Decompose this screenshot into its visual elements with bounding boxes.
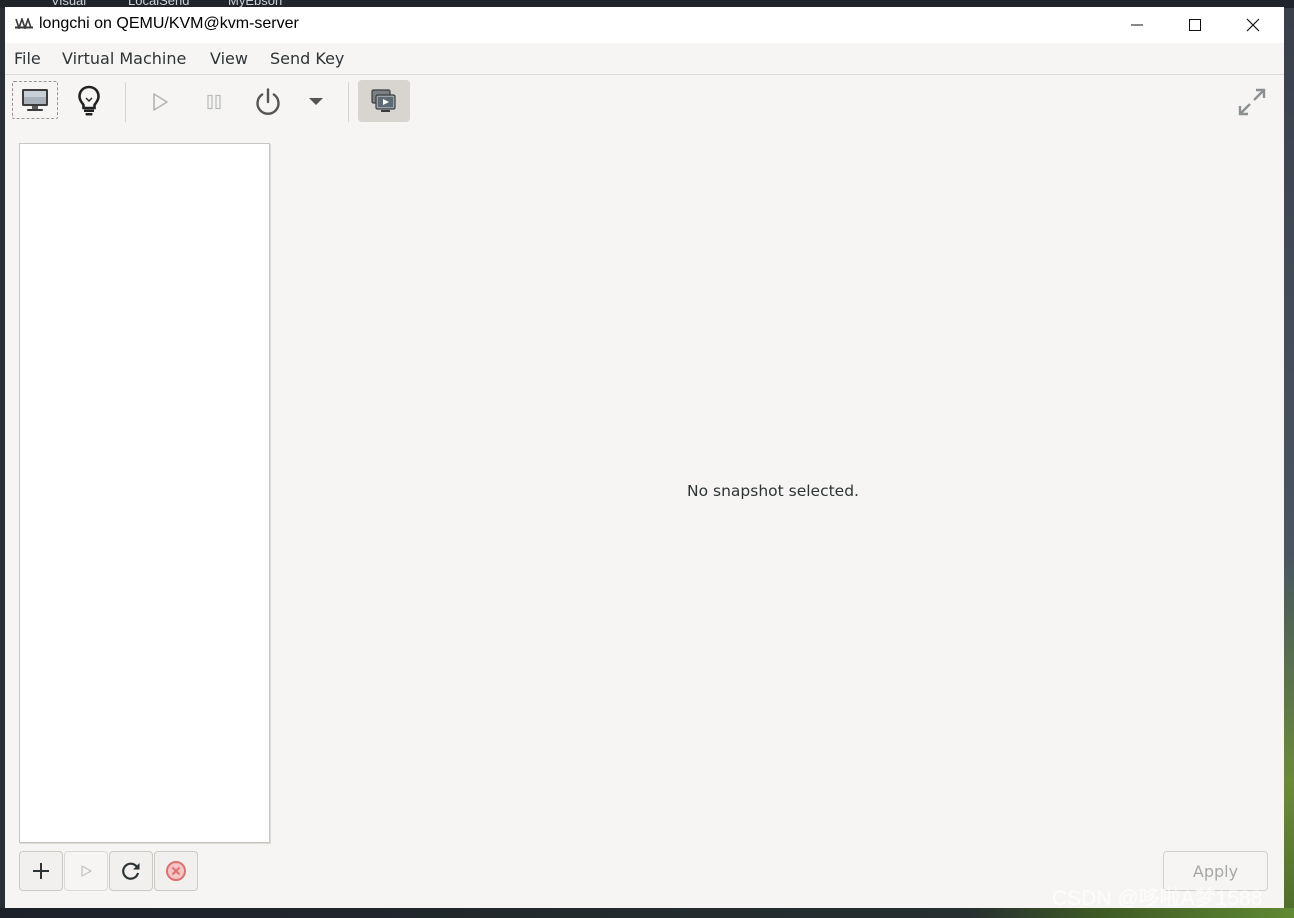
minimize-icon: [1131, 24, 1143, 26]
chevron-down-icon: [309, 98, 323, 105]
pause-button[interactable]: [197, 85, 231, 119]
refresh-icon: [122, 862, 140, 880]
snapshot-list[interactable]: [19, 143, 270, 843]
maximize-button[interactable]: [1166, 7, 1224, 43]
vm-window: longchi on QEMU/KVM@kvm-server File Virt…: [5, 7, 1284, 908]
csdn-watermark: CSDN @哆啦A梦1588: [1052, 887, 1263, 910]
run-button[interactable]: [143, 85, 177, 119]
plus-icon: [33, 863, 49, 879]
play-icon: [153, 93, 168, 111]
toolbar: [5, 75, 1284, 129]
console-button[interactable]: [12, 81, 58, 119]
menu-bar: File Virtual Machine View Send Key: [5, 43, 1284, 75]
close-icon: [1246, 18, 1260, 32]
toolbar-separator: [348, 82, 349, 122]
snapshot-icon: [371, 89, 396, 112]
desktop-right-strip: [1284, 8, 1294, 918]
delete-snapshot-button[interactable]: [154, 851, 198, 891]
menu-file[interactable]: File: [14, 49, 41, 68]
add-snapshot-button[interactable]: [19, 851, 63, 891]
menu-virtual-machine[interactable]: Virtual Machine: [62, 49, 186, 68]
no-snapshot-message: No snapshot selected.: [687, 482, 859, 500]
fullscreen-icon: [1238, 88, 1266, 116]
shutdown-button[interactable]: [249, 83, 287, 121]
fullscreen-button[interactable]: [1232, 83, 1272, 121]
window-title: longchi on QEMU/KVM@kvm-server: [39, 15, 299, 32]
refresh-snapshots-button[interactable]: [109, 851, 153, 891]
details-button[interactable]: [70, 81, 108, 121]
delete-icon: [166, 861, 186, 881]
minimize-button[interactable]: [1108, 7, 1166, 43]
title-bar[interactable]: longchi on QEMU/KVM@kvm-server: [5, 7, 1284, 43]
menu-send-key[interactable]: Send Key: [270, 49, 344, 68]
toolbar-separator: [125, 82, 126, 122]
shutdown-menu-button[interactable]: [305, 89, 327, 115]
power-icon: [256, 88, 280, 115]
pause-icon: [207, 94, 221, 110]
start-snapshot-button[interactable]: [64, 851, 108, 891]
play-icon: [81, 865, 92, 877]
maximize-icon: [1189, 19, 1201, 31]
virt-manager-app-icon: [15, 18, 33, 29]
close-button[interactable]: [1224, 7, 1282, 43]
monitor-icon: [22, 89, 48, 111]
lightbulb-icon: [78, 85, 100, 116]
snapshots-button[interactable]: [358, 80, 410, 122]
menu-view[interactable]: View: [210, 49, 248, 68]
